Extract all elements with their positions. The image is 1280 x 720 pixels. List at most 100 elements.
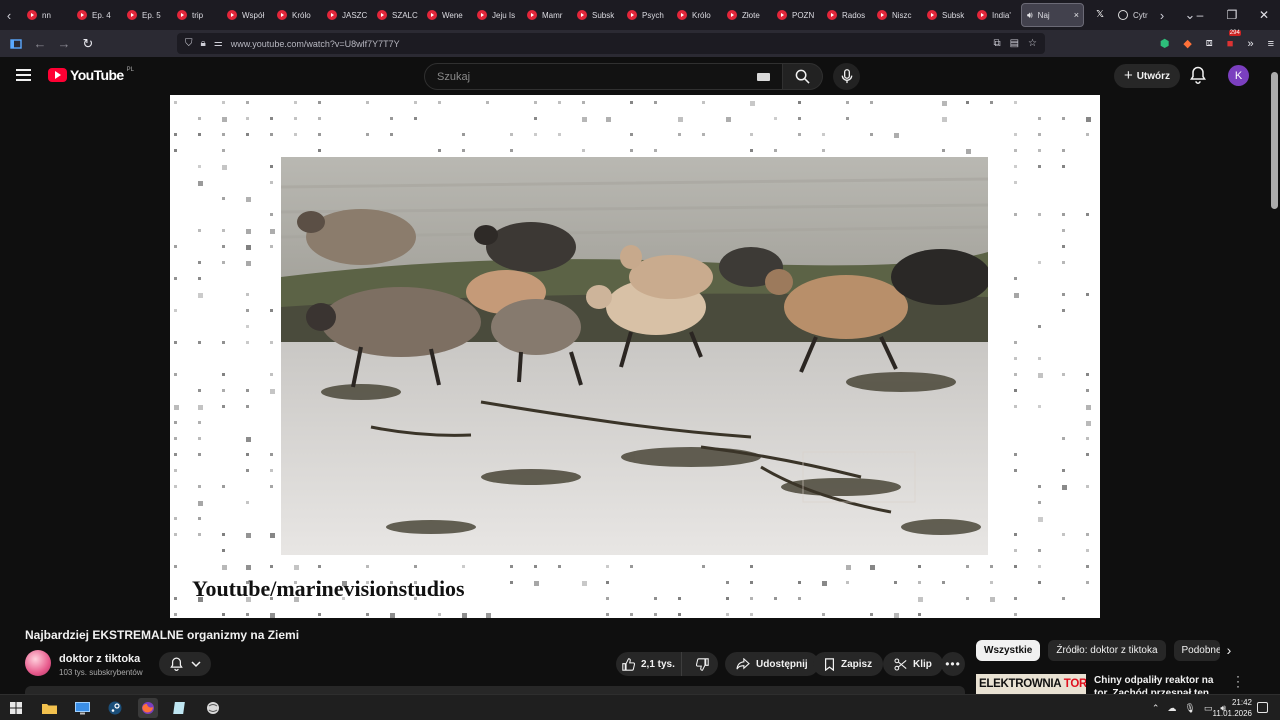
browser-tab[interactable]: Cytr: [1109, 0, 1149, 30]
vpn-extension-icon[interactable]: ⬢: [1160, 37, 1170, 50]
tabs-scroll-left-icon[interactable]: ‹: [0, 0, 18, 30]
related-video-title[interactable]: Chiny odpaliły reaktor na tor. Zachód pr…: [1094, 674, 1224, 694]
subscribed-notifications-button[interactable]: [159, 652, 211, 676]
lock-icon[interactable]: 🔒︎: [201, 38, 206, 49]
scrollbar-thumb[interactable]: [1271, 72, 1278, 209]
clip-button[interactable]: Klip: [883, 652, 943, 676]
firefox-taskbar-icon[interactable]: [138, 698, 158, 718]
steam-icon[interactable]: [105, 698, 125, 718]
chip-all[interactable]: Wszystkie: [976, 640, 1041, 661]
decorative-dot: [870, 101, 873, 104]
decorative-dot: [366, 565, 369, 568]
browser-tab[interactable]: Subsk: [568, 0, 618, 30]
reader-view-icon[interactable]: ▤: [1010, 38, 1019, 49]
this-pc-icon[interactable]: [72, 698, 92, 718]
browser-tab[interactable]: Współ: [218, 0, 268, 30]
forward-arrow-icon[interactable]: →: [52, 30, 76, 57]
start-menu-icon[interactable]: [6, 698, 26, 718]
chip-similar[interactable]: Podobne: [1173, 640, 1220, 661]
decorative-dot: [1062, 293, 1065, 296]
notes-app-icon[interactable]: [170, 698, 190, 718]
browser-tab[interactable]: India': [968, 0, 1018, 30]
browser-tab[interactable]: Subsk: [918, 0, 968, 30]
chips-next-chevron-icon[interactable]: ›: [1220, 642, 1238, 660]
url-text[interactable]: www.youtube.com/watch?v=U8wlf7Y7T7Y: [231, 39, 400, 49]
file-explorer-icon[interactable]: [39, 698, 59, 718]
close-window-icon[interactable]: ✕: [1248, 8, 1280, 22]
browser-tab[interactable]: Królo: [668, 0, 718, 30]
network-icon[interactable]: ▭: [1204, 703, 1213, 714]
dislike-button[interactable]: [688, 657, 718, 671]
related-video-menu-icon[interactable]: · · ·: [1233, 670, 1243, 692]
browser-tab[interactable]: nn: [18, 0, 68, 30]
restore-icon[interactable]: ❐: [1216, 8, 1248, 22]
account-avatar[interactable]: K: [1228, 65, 1249, 86]
ublock-extension-icon[interactable]: ■ 294: [1227, 29, 1241, 50]
bookmark-star-icon[interactable]: ☆: [1028, 38, 1037, 49]
page-scrollbar[interactable]: [1269, 69, 1280, 720]
address-bar[interactable]: ⛉ 🔒︎ ⚌ www.youtube.com/watch?v=U8wlf7Y7T…: [177, 33, 1045, 54]
browser-tab[interactable]: Rados: [818, 0, 868, 30]
overflow-chevron-icon[interactable]: »: [1247, 38, 1253, 50]
youtube-icon: [377, 10, 387, 20]
decorative-dot: [750, 101, 755, 106]
app-menu-icon[interactable]: ≡: [1268, 38, 1274, 50]
microphone-tray-icon[interactable]: 🎙︎: [1184, 703, 1195, 714]
search-input[interactable]: Szukaj: [424, 63, 783, 90]
minimize-icon[interactable]: –: [1184, 8, 1216, 22]
video-player[interactable]: Youtube/marinevisionstudios: [170, 95, 1100, 618]
voice-search-button[interactable]: [833, 63, 860, 90]
guide-menu-icon[interactable]: [16, 69, 31, 81]
related-video-thumbnail[interactable]: ELEKTROWNIA TOROWA?: [976, 674, 1086, 694]
sidebar-toggle-icon[interactable]: [4, 30, 28, 57]
browser-tab[interactable]: trip: [168, 0, 218, 30]
browser-tab[interactable]: Ep. 4: [68, 0, 118, 30]
app-globe-icon[interactable]: [203, 698, 223, 718]
browser-tab[interactable]: Psych: [618, 0, 668, 30]
picture-in-picture-icon[interactable]: ⧉: [993, 38, 1000, 49]
description-box[interactable]: [25, 686, 965, 694]
video-frame-sheep[interactable]: [281, 157, 988, 555]
back-arrow-icon[interactable]: ←: [28, 30, 52, 57]
share-button[interactable]: Udostępnij: [725, 652, 819, 676]
browser-tab[interactable]: Jeju Is: [468, 0, 518, 30]
decorative-dot: [270, 341, 273, 344]
browser-tab[interactable]: Niszc: [868, 0, 918, 30]
speaker-icon[interactable]: 🔊︎: [1027, 10, 1033, 21]
browser-tab[interactable]: JASZC: [318, 0, 368, 30]
tab-close-icon[interactable]: ×: [1074, 10, 1079, 20]
tabs-scroll-right-icon[interactable]: ›: [1153, 0, 1171, 30]
youtube-logo[interactable]: YouTube PL: [48, 67, 134, 83]
extensions-puzzle-icon[interactable]: ⧈: [1206, 37, 1213, 50]
browser-tab[interactable]: Wene: [418, 0, 468, 30]
browser-tab[interactable]: POZN: [768, 0, 818, 30]
browser-tab[interactable]: Królo: [268, 0, 318, 30]
create-button[interactable]: + Utwórz: [1114, 64, 1180, 88]
tray-chevron-up-icon[interactable]: ⌃: [1152, 703, 1160, 714]
channel-name[interactable]: doktor z tiktoka: [59, 653, 140, 665]
browser-tab[interactable]: Mamr: [518, 0, 568, 30]
keyboard-icon[interactable]: [757, 72, 770, 81]
channel-avatar[interactable]: [25, 650, 51, 676]
browser-tab[interactable]: 𝕏: [1087, 0, 1109, 30]
like-button[interactable]: 2,1 tys.: [616, 652, 682, 676]
notifications-bell-icon[interactable]: [1190, 66, 1208, 86]
decorative-dot: [1038, 117, 1041, 120]
chip-from-channel[interactable]: Źródło: doktor z tiktoka: [1048, 640, 1166, 661]
onedrive-icon[interactable]: ☁: [1167, 703, 1176, 714]
browser-tab[interactable]: Złote: [718, 0, 768, 30]
save-button[interactable]: Zapisz: [813, 652, 884, 676]
more-actions-icon[interactable]: •••: [941, 652, 965, 676]
notification-center-icon[interactable]: [1257, 702, 1268, 713]
system-clock[interactable]: 21:42 11.01.2026: [1213, 697, 1252, 719]
permissions-icon[interactable]: ⚌: [214, 38, 223, 49]
search-button[interactable]: [783, 63, 823, 90]
fox-extension-icon[interactable]: ◆: [1183, 37, 1191, 50]
browser-tab[interactable]: Ep. 5: [118, 0, 168, 30]
browser-tab-active[interactable]: 🔊︎ Naj ×: [1021, 3, 1084, 27]
tracking-shield-icon[interactable]: ⛉: [185, 38, 193, 49]
reload-icon[interactable]: ↻: [76, 30, 100, 57]
browser-tab[interactable]: SZALC: [368, 0, 418, 30]
decorative-dot: [894, 613, 899, 618]
decorative-dot: [846, 101, 849, 104]
